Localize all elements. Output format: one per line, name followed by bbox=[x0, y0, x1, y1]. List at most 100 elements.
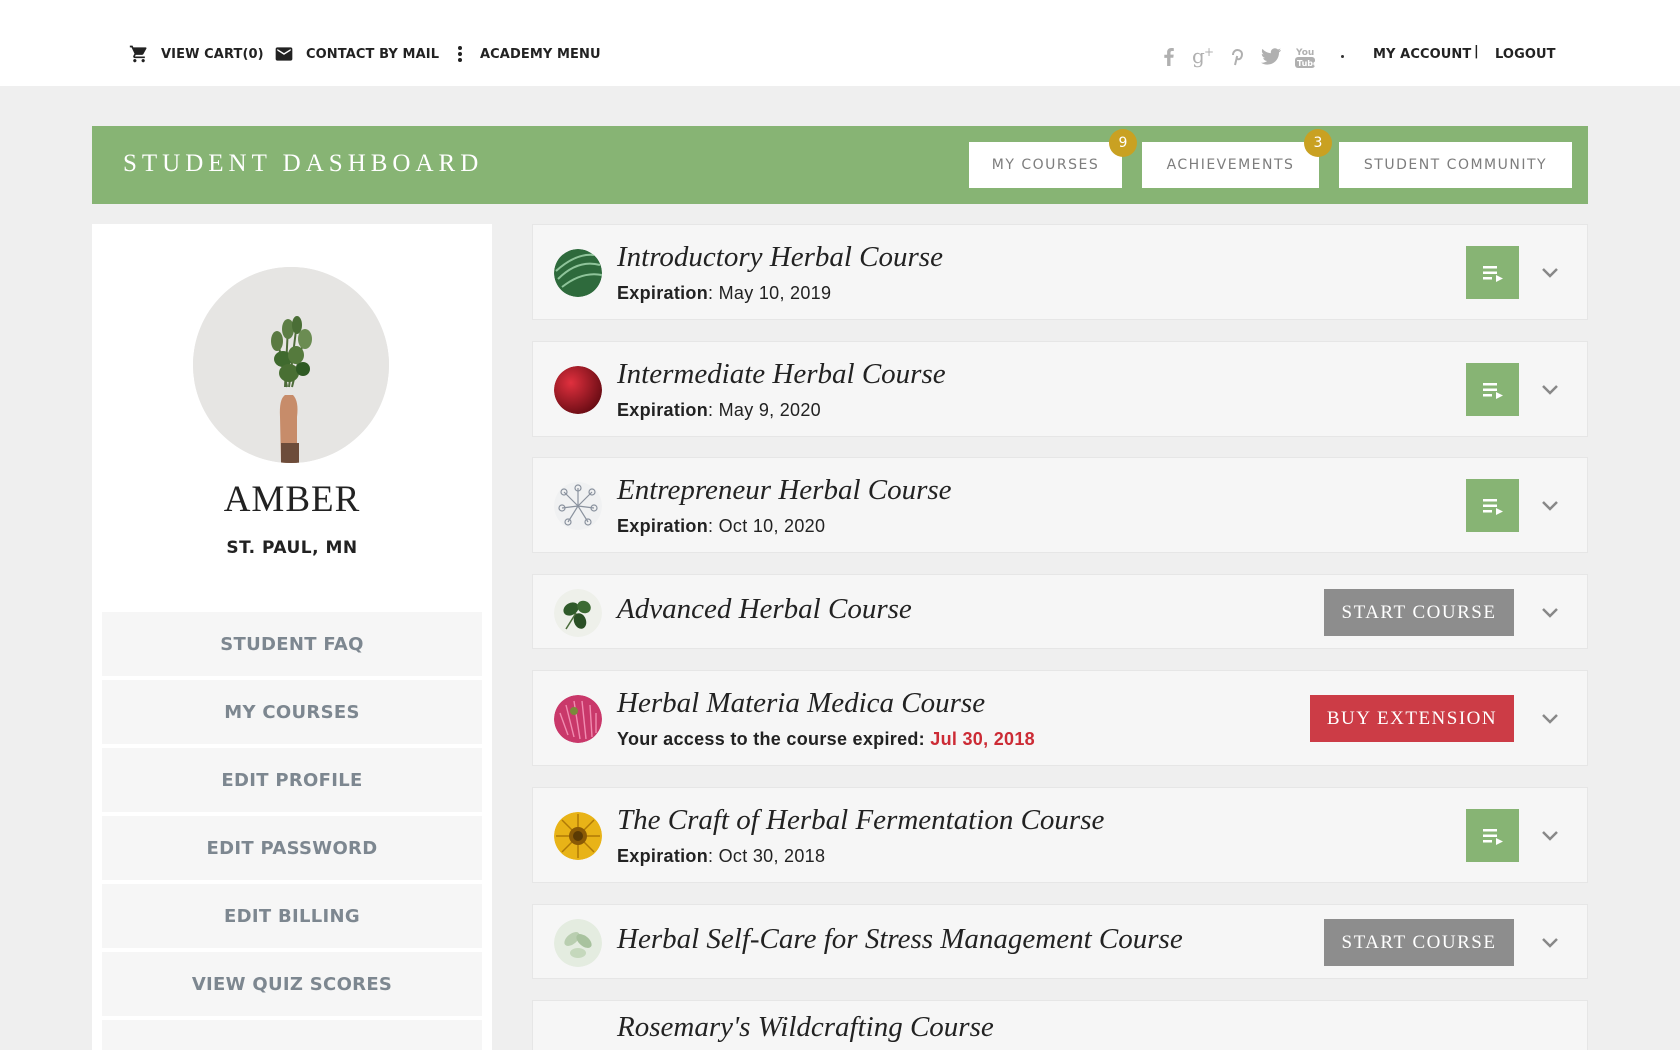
top-navigation-bar: VIEW CART(0) CONTACT BY MAIL ACADEMY MEN… bbox=[0, 0, 1680, 86]
course-card: Entrepreneur Herbal Course Expiration: O… bbox=[532, 457, 1588, 553]
avatar[interactable] bbox=[193, 267, 389, 463]
chevron-down-icon[interactable] bbox=[1541, 607, 1559, 619]
expiration-separator: : bbox=[708, 283, 719, 303]
pink-flower-course-icon bbox=[554, 695, 602, 743]
sidebar-item-next[interactable] bbox=[102, 1020, 482, 1050]
pale-leaf-course-icon bbox=[554, 919, 602, 967]
sidebar-item-edit-billing[interactable]: EDIT BILLING bbox=[102, 884, 482, 948]
course-title[interactable]: Herbal Self-Care for Stress Management C… bbox=[617, 923, 1183, 956]
course-card: Intermediate Herbal Course Expiration: M… bbox=[532, 341, 1588, 437]
red-berry-course-icon bbox=[554, 366, 602, 414]
chevron-down-icon[interactable] bbox=[1541, 830, 1559, 842]
course-expiration: Expiration: Oct 30, 2018 bbox=[617, 846, 825, 867]
playlist-play-icon bbox=[1482, 498, 1503, 515]
herb-bouquet-image bbox=[193, 267, 389, 463]
dashboard-header: STUDENT DASHBOARD MY COURSES 9 ACHIEVEME… bbox=[92, 126, 1588, 204]
pinterest-icon[interactable] bbox=[1225, 44, 1259, 68]
social-links: g + You Tube bbox=[1157, 44, 1327, 68]
google-plus-icon[interactable]: g + bbox=[1191, 44, 1225, 68]
chevron-down-icon[interactable] bbox=[1541, 500, 1559, 512]
course-title[interactable]: Advanced Herbal Course bbox=[617, 593, 912, 626]
open-course-button[interactable] bbox=[1466, 246, 1519, 299]
sunflower-course-icon bbox=[554, 812, 602, 860]
expiration-label: Expiration bbox=[617, 516, 709, 536]
chevron-down-icon[interactable] bbox=[1541, 384, 1559, 396]
chevron-down-icon[interactable] bbox=[1541, 267, 1559, 279]
course-title[interactable]: Intermediate Herbal Course bbox=[617, 358, 946, 391]
leaf-course-icon bbox=[554, 249, 602, 297]
twitter-icon[interactable] bbox=[1259, 44, 1293, 68]
expiration-label: Expiration bbox=[617, 400, 709, 420]
course-expiration: Expiration: May 9, 2020 bbox=[617, 400, 821, 421]
sidebar-item-edit-profile[interactable]: EDIT PROFILE bbox=[102, 748, 482, 812]
my-courses-count-badge: 9 bbox=[1109, 129, 1137, 157]
playlist-play-icon bbox=[1482, 265, 1503, 282]
sidebar-item-edit-password[interactable]: EDIT PASSWORD bbox=[102, 816, 482, 880]
tab-student-community-label: STUDENT COMMUNITY bbox=[1363, 157, 1548, 173]
svg-text:+: + bbox=[1204, 45, 1214, 59]
expiration-separator: : bbox=[708, 846, 719, 866]
buy-extension-button[interactable]: BUY EXTENSION bbox=[1310, 695, 1514, 742]
course-title[interactable]: Introductory Herbal Course bbox=[617, 241, 943, 274]
vertical-dots-icon bbox=[458, 46, 462, 62]
course-card: Herbal Self-Care for Stress Management C… bbox=[532, 904, 1588, 979]
start-course-button[interactable]: START COURSE bbox=[1324, 589, 1514, 636]
tab-student-community[interactable]: STUDENT COMMUNITY bbox=[1339, 142, 1572, 188]
playlist-play-icon bbox=[1482, 828, 1503, 845]
expiration-date: May 9, 2020 bbox=[718, 400, 821, 420]
course-expiration: Expiration: Oct 10, 2020 bbox=[617, 516, 825, 537]
cart-icon bbox=[129, 45, 147, 63]
view-cart-link[interactable]: VIEW CART(0) bbox=[129, 40, 264, 68]
sidebar-item-my-courses[interactable]: MY COURSES bbox=[102, 680, 482, 744]
expiration-date: Oct 10, 2020 bbox=[718, 516, 826, 536]
expiration-date: Oct 30, 2018 bbox=[718, 846, 826, 866]
facebook-icon[interactable] bbox=[1157, 44, 1191, 68]
start-course-button[interactable]: START COURSE bbox=[1324, 919, 1514, 966]
sidebar-item-student-faq[interactable]: STUDENT FAQ bbox=[102, 612, 482, 676]
playlist-play-icon bbox=[1482, 382, 1503, 399]
open-course-button[interactable] bbox=[1466, 809, 1519, 862]
course-title[interactable]: Rosemary's Wildcrafting Course bbox=[617, 1011, 994, 1044]
profile-sidebar: AMBER ST. PAUL, MN STUDENT FAQ MY COURSE… bbox=[92, 224, 492, 1050]
clover-course-icon bbox=[554, 589, 602, 637]
user-location: ST. PAUL, MN bbox=[226, 538, 358, 558]
logout-link[interactable]: LOGOUT bbox=[1495, 40, 1556, 68]
expiration-separator: : bbox=[708, 516, 719, 536]
chevron-down-icon[interactable] bbox=[1541, 937, 1559, 949]
lace-flower-course-icon bbox=[554, 482, 602, 530]
youtube-icon[interactable]: You Tube bbox=[1293, 44, 1327, 68]
expired-text: Your access to the course expired: bbox=[617, 729, 931, 749]
course-card: Herbal Materia Medica Course Your access… bbox=[532, 670, 1588, 766]
mail-icon bbox=[275, 47, 293, 61]
open-course-button[interactable] bbox=[1466, 363, 1519, 416]
course-card: Rosemary's Wildcrafting Course bbox=[532, 1000, 1588, 1050]
tab-my-courses[interactable]: MY COURSES 9 bbox=[969, 129, 1137, 188]
academy-menu-link[interactable]: ACADEMY MENU bbox=[452, 40, 601, 68]
logout-label: LOGOUT bbox=[1495, 46, 1556, 62]
achievements-count-badge: 3 bbox=[1304, 129, 1332, 157]
open-course-button[interactable] bbox=[1466, 479, 1519, 532]
course-expired-notice: Your access to the course expired: Jul 3… bbox=[617, 729, 1035, 750]
view-cart-label: VIEW CART(0) bbox=[161, 46, 264, 62]
contact-by-mail-link[interactable]: CONTACT BY MAIL bbox=[274, 40, 439, 68]
my-account-label: MY ACCOUNT bbox=[1373, 46, 1472, 62]
course-card: Advanced Herbal Course START COURSE bbox=[532, 574, 1588, 649]
course-title[interactable]: Herbal Materia Medica Course bbox=[617, 687, 985, 720]
nav-separator: | bbox=[1474, 44, 1479, 59]
expired-date: Jul 30, 2018 bbox=[930, 729, 1035, 749]
user-name: AMBER bbox=[223, 479, 361, 520]
tab-achievements[interactable]: ACHIEVEMENTS 3 bbox=[1142, 129, 1332, 188]
sidebar-item-view-quiz-scores[interactable]: VIEW QUIZ SCORES bbox=[102, 952, 482, 1016]
course-card: Introductory Herbal Course Expiration: M… bbox=[532, 224, 1588, 320]
course-title[interactable]: The Craft of Herbal Fermentation Course bbox=[617, 804, 1104, 837]
my-account-link[interactable]: MY ACCOUNT bbox=[1373, 40, 1471, 68]
chevron-down-icon[interactable] bbox=[1541, 713, 1559, 725]
contact-label: CONTACT BY MAIL bbox=[306, 46, 440, 62]
course-title[interactable]: Entrepreneur Herbal Course bbox=[617, 474, 952, 507]
academy-menu-label: ACADEMY MENU bbox=[480, 46, 601, 62]
tab-my-courses-label: MY COURSES bbox=[991, 157, 1100, 173]
expiration-date: May 10, 2019 bbox=[718, 283, 832, 303]
expiration-label: Expiration bbox=[617, 846, 709, 866]
tab-achievements-label: ACHIEVEMENTS bbox=[1166, 157, 1295, 173]
expiration-separator: : bbox=[708, 400, 719, 420]
